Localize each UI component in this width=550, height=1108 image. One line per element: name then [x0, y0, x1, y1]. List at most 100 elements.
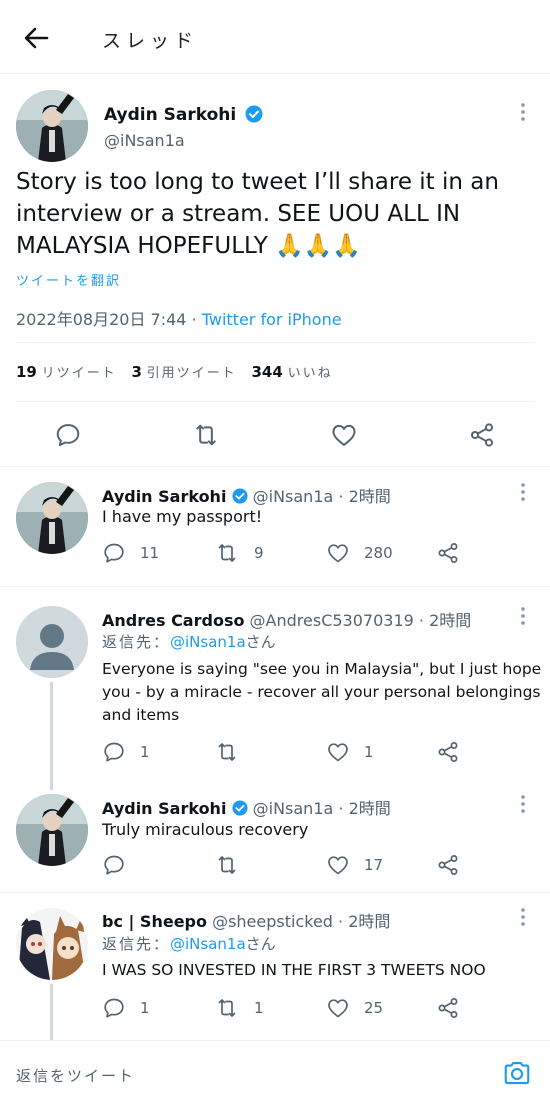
- retweet-action[interactable]: 1: [214, 996, 264, 1020]
- avatar-image: [16, 90, 88, 162]
- page-title: スレッド: [102, 30, 199, 52]
- tweet-text: Story is too long to tweet I’ll share it…: [16, 166, 499, 262]
- tweet-time[interactable]: · 2時間: [338, 487, 390, 506]
- like-label: いいね: [287, 366, 333, 381]
- share-icon[interactable]: [436, 853, 460, 877]
- reply-icon: [104, 742, 124, 762]
- retweet-action[interactable]: [214, 853, 254, 877]
- retweet-count: 19: [16, 363, 37, 381]
- like-count: 17: [364, 856, 384, 874]
- like-icon: [328, 999, 348, 1018]
- like-action[interactable]: 280: [326, 541, 393, 565]
- divider: [16, 401, 534, 402]
- tweet-stats: 19 リツイート 3 引用ツイート 344 いいね: [16, 362, 333, 381]
- retweet-action[interactable]: 9: [214, 541, 264, 565]
- tweet-text-line: you - by a miracle - recover all your pe…: [102, 683, 541, 701]
- author-name[interactable]: Aydin Sarkohi: [104, 105, 263, 125]
- share-icon[interactable]: [468, 421, 496, 449]
- tweet-datetime[interactable]: 2022年08月20日 7:44: [16, 310, 186, 329]
- author-name[interactable]: Aydin Sarkohi: [102, 799, 226, 818]
- avatar[interactable]: [16, 908, 88, 980]
- divider: [0, 586, 550, 587]
- quote-stat[interactable]: 3 引用ツイート: [131, 363, 236, 381]
- verified-badge-icon: [231, 488, 248, 504]
- avatar[interactable]: [16, 606, 88, 678]
- more-icon[interactable]: [520, 794, 526, 814]
- translate-link[interactable]: ツイートを翻訳: [16, 270, 121, 289]
- author-handle[interactable]: @AndresC53070319: [250, 611, 414, 630]
- author-handle[interactable]: @iNsan1a: [104, 131, 185, 150]
- reply-to-handle[interactable]: @iNsan1a: [170, 935, 246, 953]
- like-action[interactable]: 25: [326, 996, 383, 1020]
- reply-icon: [104, 543, 124, 563]
- verified-badge-icon: [231, 800, 248, 816]
- more-icon[interactable]: [520, 102, 526, 122]
- avatar-image: [16, 908, 88, 980]
- camera-icon[interactable]: [502, 1058, 532, 1088]
- tweet-text-line: Story is too long to tweet I’ll share it…: [16, 169, 499, 195]
- retweet-action[interactable]: [214, 740, 254, 764]
- like-count: 280: [364, 544, 393, 562]
- reply-compose-input[interactable]: 返信をツイート: [16, 1065, 135, 1086]
- author-handle[interactable]: @iNsan1a: [253, 487, 334, 506]
- tweet-text: Everyone is saying "see you in Malaysia"…: [102, 658, 541, 727]
- tweet-text: Truly miraculous recovery: [102, 820, 309, 839]
- like-icon[interactable]: [330, 421, 358, 449]
- top-bar: スレッド: [0, 0, 550, 74]
- reply-to-suffix: さん: [245, 935, 276, 953]
- tweet-time[interactable]: · 2時間: [338, 799, 390, 818]
- retweet-icon: [218, 856, 236, 874]
- like-count: 25: [364, 999, 384, 1017]
- retweet-stat[interactable]: 19 リツイート: [16, 363, 117, 381]
- retweet-count: 1: [254, 999, 264, 1017]
- reply-icon: [104, 855, 124, 875]
- back-arrow-icon[interactable]: [22, 24, 50, 52]
- like-icon: [328, 856, 348, 875]
- reply-header: Aydin Sarkohi @iNsan1a · 2時間: [102, 795, 391, 819]
- reply-action[interactable]: [102, 853, 140, 877]
- tweet-time[interactable]: · 2時間: [338, 912, 390, 931]
- reply-icon[interactable]: [54, 421, 82, 449]
- retweet-icon[interactable]: [191, 421, 221, 449]
- like-stat[interactable]: 344 いいね: [251, 363, 332, 381]
- like-action[interactable]: 1: [326, 740, 374, 764]
- author-name[interactable]: Andres Cardoso: [102, 611, 244, 630]
- author-name[interactable]: bc | Sheepo: [102, 912, 207, 931]
- more-icon[interactable]: [520, 482, 526, 502]
- tweet-text-line: MALAYSIA HOPEFULLY 🙏🙏🙏: [16, 233, 362, 259]
- meta-dot: ·: [191, 310, 197, 329]
- author-name[interactable]: Aydin Sarkohi: [102, 487, 226, 506]
- share-icon[interactable]: [436, 541, 460, 565]
- reply-to-handle[interactable]: @iNsan1a: [170, 633, 246, 651]
- reply-to: 返信先：@iNsan1aさん: [102, 631, 276, 652]
- reply-action[interactable]: 11: [102, 541, 159, 565]
- more-icon[interactable]: [520, 606, 526, 626]
- divider: [16, 342, 534, 343]
- divider: [0, 892, 550, 893]
- reply-action[interactable]: 1: [102, 996, 150, 1020]
- verified-badge-icon: [245, 105, 263, 122]
- like-action[interactable]: 17: [326, 853, 383, 877]
- avatar[interactable]: [16, 794, 88, 866]
- reply-icon: [104, 998, 124, 1018]
- more-icon[interactable]: [520, 907, 526, 927]
- tweet-text: I have my passport!: [102, 507, 263, 526]
- reply-to-label: 返信先：: [102, 633, 171, 651]
- avatar[interactable]: [16, 482, 88, 554]
- thread-line: [50, 984, 53, 1040]
- share-icon[interactable]: [436, 996, 460, 1020]
- share-icon[interactable]: [436, 740, 460, 764]
- tweet-time[interactable]: · 2時間: [419, 611, 471, 630]
- author-handle[interactable]: @iNsan1a: [253, 799, 334, 818]
- like-icon: [328, 743, 348, 762]
- retweet-icon: [218, 743, 236, 761]
- author-name-text: Aydin Sarkohi: [104, 105, 237, 125]
- avatar-image: [16, 482, 88, 554]
- avatar[interactable]: [16, 90, 88, 162]
- like-count: 1: [364, 743, 374, 761]
- divider: [0, 1040, 550, 1041]
- reply-action[interactable]: 1: [102, 740, 150, 764]
- reply-count: 1: [140, 999, 150, 1017]
- tweet-source[interactable]: Twitter for iPhone: [202, 310, 342, 329]
- author-handle[interactable]: @sheepsticked: [212, 912, 333, 931]
